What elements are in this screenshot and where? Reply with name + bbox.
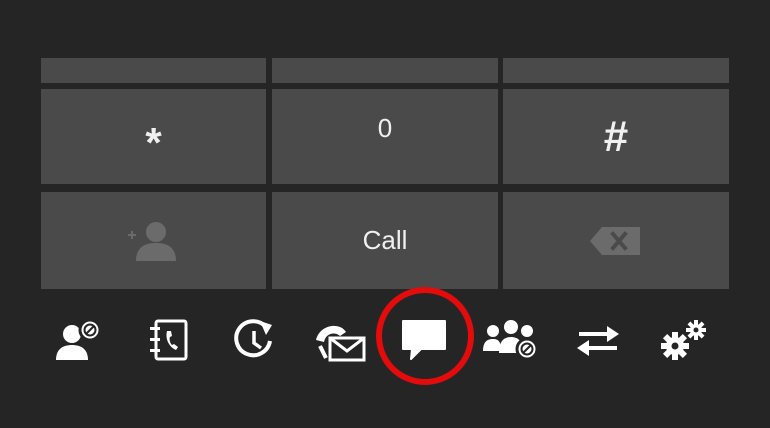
call-label: Call [362, 225, 408, 255]
dialpad-key-partial-3[interactable] [503, 58, 729, 83]
voicemail-icon [316, 325, 366, 362]
backspace-icon [590, 226, 640, 255]
dialpad-key-partial-1[interactable] [41, 58, 266, 83]
dialpad-key-partial-2[interactable] [272, 58, 498, 83]
hash-label: # [603, 111, 629, 161]
address-book-icon [150, 319, 188, 361]
star-label: * [145, 118, 162, 166]
transfer-icon [577, 326, 619, 356]
add-contact-icon [127, 221, 176, 261]
settings-icon [661, 320, 706, 360]
zero-label: 0 [377, 113, 393, 143]
transfer-button[interactable] [568, 310, 628, 370]
call-button[interactable]: Call [272, 192, 498, 289]
group-status-icon [483, 320, 539, 361]
dialpad-key-star[interactable]: * [41, 89, 266, 184]
group-status-button[interactable] [481, 310, 541, 370]
dialpad: * 0 # Call [41, 58, 729, 290]
add-contact-button[interactable] [41, 192, 266, 289]
bottom-toolbar [0, 300, 770, 380]
settings-button[interactable] [654, 310, 714, 370]
chat-icon [402, 320, 446, 360]
chat-button[interactable] [394, 310, 454, 370]
dialpad-key-hash[interactable]: # [503, 89, 729, 184]
dialpad-key-zero[interactable]: 0 [272, 89, 498, 184]
backspace-button[interactable] [503, 192, 729, 289]
address-book-button[interactable] [137, 310, 197, 370]
user-status-icon [56, 318, 102, 360]
user-status-button[interactable] [50, 310, 110, 370]
call-history-button[interactable] [224, 310, 284, 370]
voicemail-button[interactable] [311, 310, 371, 370]
call-history-icon [234, 319, 272, 358]
